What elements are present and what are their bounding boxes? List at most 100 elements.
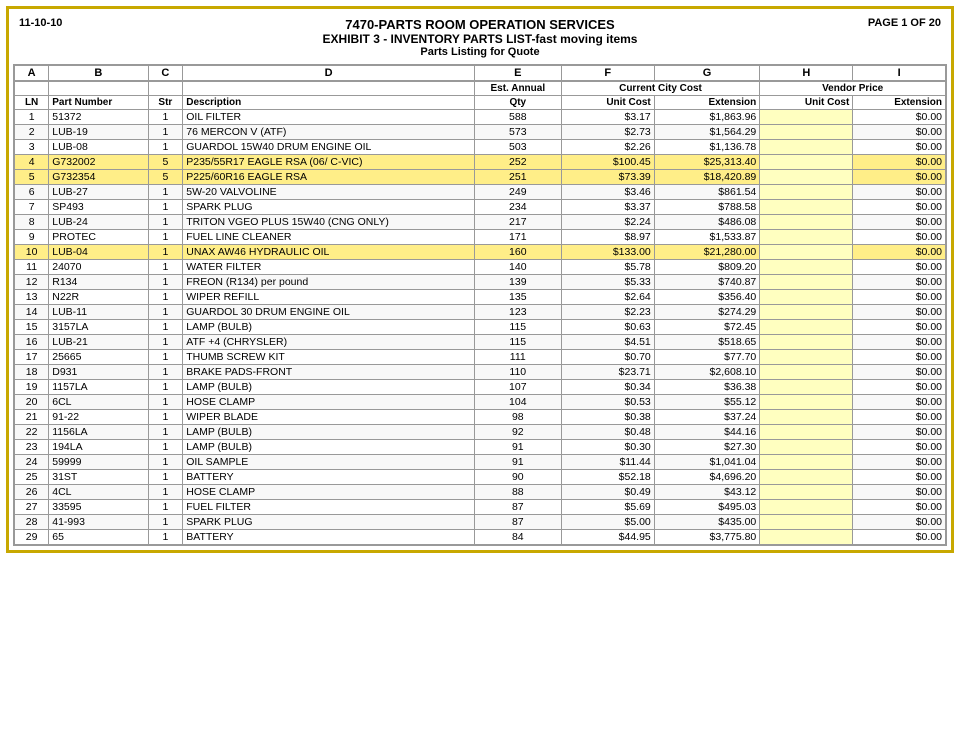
cell-7 bbox=[760, 440, 853, 455]
cell-1: LUB-08 bbox=[49, 140, 148, 155]
cell-0: 8 bbox=[14, 215, 49, 230]
cell-4: 251 bbox=[474, 170, 561, 185]
cell-1: LUB-21 bbox=[49, 335, 148, 350]
col-b-letter: B bbox=[49, 65, 148, 81]
cell-8: $0.00 bbox=[853, 455, 946, 470]
cell-1: G732354 bbox=[49, 170, 148, 185]
cell-7 bbox=[760, 230, 853, 245]
table-row: 13N22R1WIPER REFILL135$2.64$356.40$0.00 bbox=[14, 290, 946, 305]
cell-8: $0.00 bbox=[853, 440, 946, 455]
table-row: 191157LA1LAMP (BULB)107$0.34$36.38$0.00 bbox=[14, 380, 946, 395]
cell-7 bbox=[760, 455, 853, 470]
cell-4: 588 bbox=[474, 110, 561, 125]
table-row: 4G7320025P235/55R17 EAGLE RSA (06/ C-VIC… bbox=[14, 155, 946, 170]
cell-5: $5.33 bbox=[561, 275, 654, 290]
cell-4: 107 bbox=[474, 380, 561, 395]
cell-1: LUB-24 bbox=[49, 215, 148, 230]
cell-1: D931 bbox=[49, 365, 148, 380]
cell-0: 26 bbox=[14, 485, 49, 500]
cell-5: $0.49 bbox=[561, 485, 654, 500]
cell-4: 140 bbox=[474, 260, 561, 275]
cell-7 bbox=[760, 395, 853, 410]
cell-2: 1 bbox=[148, 515, 183, 530]
cell-8: $0.00 bbox=[853, 305, 946, 320]
cell-4: 171 bbox=[474, 230, 561, 245]
cell-2: 1 bbox=[148, 200, 183, 215]
cell-0: 4 bbox=[14, 155, 49, 170]
cell-2: 1 bbox=[148, 350, 183, 365]
cell-0: 18 bbox=[14, 365, 49, 380]
cell-4: 104 bbox=[474, 395, 561, 410]
cell-5: $3.37 bbox=[561, 200, 654, 215]
cell-3: THUMB SCREW KIT bbox=[183, 350, 475, 365]
cell-3: P235/55R17 EAGLE RSA (06/ C-VIC) bbox=[183, 155, 475, 170]
cell-2: 1 bbox=[148, 320, 183, 335]
cell-0: 24 bbox=[14, 455, 49, 470]
cell-5: $0.53 bbox=[561, 395, 654, 410]
cell-7 bbox=[760, 110, 853, 125]
cell-1: 25665 bbox=[49, 350, 148, 365]
cell-7 bbox=[760, 275, 853, 290]
table-row: 1513721OIL FILTER588$3.17$1,863.96$0.00 bbox=[14, 110, 946, 125]
cell-6: $36.38 bbox=[654, 380, 759, 395]
table-row: 18D9311BRAKE PADS-FRONT110$23.71$2,608.1… bbox=[14, 365, 946, 380]
cell-8: $0.00 bbox=[853, 155, 946, 170]
col-e-letter: E bbox=[474, 65, 561, 81]
table-row: 2LUB-19176 MERCON V (ATF)573$2.73$1,564.… bbox=[14, 125, 946, 140]
cell-0: 22 bbox=[14, 425, 49, 440]
cell-0: 6 bbox=[14, 185, 49, 200]
cell-1: 6CL bbox=[49, 395, 148, 410]
cell-7 bbox=[760, 380, 853, 395]
cell-1: G732002 bbox=[49, 155, 148, 170]
cell-1: 31ST bbox=[49, 470, 148, 485]
cell-1: 91-22 bbox=[49, 410, 148, 425]
table-row: 5G7323545P225/60R16 EAGLE RSA251$73.39$1… bbox=[14, 170, 946, 185]
cell-2: 1 bbox=[148, 335, 183, 350]
header-section: 11-10-10 PAGE 1 OF 20 7470-PARTS ROOM OP… bbox=[13, 13, 947, 64]
cell-6: $55.12 bbox=[654, 395, 759, 410]
cell-5: $4.51 bbox=[561, 335, 654, 350]
cell-1: 3157LA bbox=[49, 320, 148, 335]
cell-4: 115 bbox=[474, 320, 561, 335]
cell-2: 1 bbox=[148, 485, 183, 500]
cell-7 bbox=[760, 125, 853, 140]
cell-0: 5 bbox=[14, 170, 49, 185]
col-f-letter: F bbox=[561, 65, 654, 81]
cell-7 bbox=[760, 530, 853, 546]
cell-1: 1157LA bbox=[49, 380, 148, 395]
cell-3: UNAX AW46 HYDRAULIC OIL bbox=[183, 245, 475, 260]
cell-6: $356.40 bbox=[654, 290, 759, 305]
cell-4: 91 bbox=[474, 440, 561, 455]
cell-6: $1,533.87 bbox=[654, 230, 759, 245]
cell-5: $0.34 bbox=[561, 380, 654, 395]
cell-8: $0.00 bbox=[853, 380, 946, 395]
cell-5: $2.73 bbox=[561, 125, 654, 140]
cell-2: 1 bbox=[148, 275, 183, 290]
cell-8: $0.00 bbox=[853, 320, 946, 335]
cell-0: 21 bbox=[14, 410, 49, 425]
cell-6: $25,313.40 bbox=[654, 155, 759, 170]
cell-4: 249 bbox=[474, 185, 561, 200]
cell-5: $11.44 bbox=[561, 455, 654, 470]
cell-7 bbox=[760, 245, 853, 260]
cell-5: $5.69 bbox=[561, 500, 654, 515]
cell-5: $2.64 bbox=[561, 290, 654, 305]
col-d-letter: D bbox=[183, 65, 475, 81]
cell-6: $1,041.04 bbox=[654, 455, 759, 470]
cell-3: LAMP (BULB) bbox=[183, 440, 475, 455]
cell-8: $0.00 bbox=[853, 410, 946, 425]
cell-7 bbox=[760, 350, 853, 365]
table-row: 12R1341FREON (R134) per pound139$5.33$74… bbox=[14, 275, 946, 290]
cell-3: WIPER REFILL bbox=[183, 290, 475, 305]
cell-1: 51372 bbox=[49, 110, 148, 125]
cell-2: 1 bbox=[148, 125, 183, 140]
cell-0: 19 bbox=[14, 380, 49, 395]
cell-4: 110 bbox=[474, 365, 561, 380]
cell-8: $0.00 bbox=[853, 125, 946, 140]
cell-4: 98 bbox=[474, 410, 561, 425]
cell-8: $0.00 bbox=[853, 245, 946, 260]
cell-2: 1 bbox=[148, 500, 183, 515]
str-header: Str bbox=[148, 96, 183, 110]
cell-4: 123 bbox=[474, 305, 561, 320]
table-body: 1513721OIL FILTER588$3.17$1,863.96$0.002… bbox=[14, 110, 946, 546]
